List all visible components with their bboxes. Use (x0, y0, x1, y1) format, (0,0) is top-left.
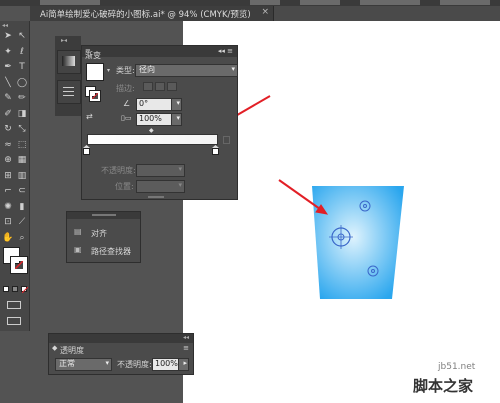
panel-item-align[interactable]: ▤ 对齐 (71, 225, 141, 239)
opacity-dropdown[interactable]: ▸ (178, 358, 189, 371)
align-label: 对齐 (91, 229, 107, 238)
selection-tool-icon[interactable]: ➤ (2, 30, 14, 42)
gradient-type-value: 径向 (139, 65, 155, 74)
watermark-name: 脚本之家 (413, 377, 474, 395)
stroke-mini-swatch[interactable] (90, 91, 100, 101)
stroke-swatch[interactable] (11, 257, 27, 273)
eyedropper-tool-icon[interactable]: ⌐ (2, 185, 14, 197)
free-transform-tool-icon[interactable]: ⬚ (16, 139, 28, 151)
chevron-down-icon: ▾ (176, 114, 180, 122)
color-mode-icon[interactable] (3, 286, 9, 292)
gradient-panel: ≡ 渐变 ◂◂ ≡ ▾ 类型: 径向 ▾ 描边: ∠ 0° ▾ ⇄ ▯▭ 100%… (81, 45, 238, 200)
line-tool-icon[interactable]: ╲ (2, 77, 14, 89)
panel-item-pathfinder[interactable]: ▣ 路径查找器 (71, 243, 141, 257)
blend-mode-select[interactable]: 正常 ▾ (55, 358, 112, 371)
chevron-down-icon: ▾ (231, 65, 235, 73)
stroke-option-icon[interactable] (167, 82, 177, 91)
zoom-tool-icon[interactable]: ⌕ (16, 232, 28, 244)
artboard-tool-icon[interactable]: ⊡ (2, 216, 14, 228)
menu-icon[interactable] (57, 80, 81, 104)
gradient-ramp[interactable] (87, 134, 218, 145)
chevron-down-icon: ▾ (178, 165, 182, 173)
gradient-type-select[interactable]: 径向 ▾ (135, 64, 238, 77)
gradient-tab-label[interactable]: 渐变 (85, 50, 101, 61)
angle-icon: ∠ (123, 99, 131, 108)
transparency-panel: ◂◂ ◆ 透明度 ≡ 正常 ▾ 不透明度: 100% ▸ (48, 333, 194, 375)
scale-tool-icon[interactable]: ⤡ (16, 123, 28, 135)
aspect-ratio-icon: ▯▭ (121, 114, 132, 122)
draw-mode-icon[interactable] (7, 301, 21, 309)
delete-stop-icon[interactable] (223, 136, 230, 144)
stroke-option-icon[interactable] (143, 82, 153, 91)
blend-tool-icon[interactable]: ⊂ (16, 185, 28, 197)
panel-dock (55, 36, 81, 116)
angle-field[interactable]: 0° (136, 98, 174, 111)
lasso-tool-icon[interactable]: ℓ (16, 46, 28, 58)
pathfinder-label: 路径查找器 (91, 247, 131, 256)
slice-tool-icon[interactable]: ⟋ (16, 216, 28, 228)
gradient-thumbnail[interactable] (86, 63, 104, 81)
chevron-down-icon: ▾ (176, 99, 180, 107)
angle-dropdown[interactable]: ▾ (171, 98, 182, 111)
midpoint-diamond-icon[interactable]: ◆ (149, 127, 154, 134)
stop-location-label: 位置: (115, 182, 134, 191)
panel-header[interactable] (82, 46, 237, 57)
panel-toggle-icon[interactable]: ◆ (52, 344, 57, 352)
stop-location-field[interactable]: ▾ (136, 180, 185, 193)
gradient-mode-icon[interactable] (12, 286, 18, 292)
align-icon: ▤ (74, 227, 82, 236)
direct-selection-tool-icon[interactable]: ↖ (16, 30, 28, 42)
none-mode-icon[interactable] (21, 286, 28, 293)
chevron-down-icon: ▾ (178, 181, 182, 189)
rotate-tool-icon[interactable]: ↻ (2, 123, 14, 135)
panel-grip[interactable] (92, 214, 116, 216)
pen-tool-icon[interactable]: ✒ (2, 61, 14, 73)
gradient-dropdown-icon[interactable]: ▾ (107, 67, 110, 74)
chevron-down-icon: ▾ (105, 359, 109, 367)
blob-brush-tool-icon[interactable]: ✐ (2, 108, 14, 120)
mesh-tool-icon[interactable]: ⊞ (2, 170, 14, 182)
perspective-grid-tool-icon[interactable]: ▦ (16, 154, 28, 166)
paintbrush-tool-icon[interactable]: ✎ (2, 92, 14, 104)
collapse-toolbar-icon[interactable]: ◂◂ (2, 22, 8, 29)
screen-mode-icon[interactable] (7, 317, 21, 325)
warp-tool-icon[interactable]: ≈ (2, 139, 14, 151)
shape-builder-tool-icon[interactable]: ⊕ (2, 154, 14, 166)
panel-options-icon[interactable]: ◂◂ ≡ (218, 47, 233, 55)
magic-wand-tool-icon[interactable]: ✦ (2, 46, 14, 58)
type-tool-icon[interactable]: T (16, 61, 28, 73)
type-label: 类型: (116, 66, 135, 75)
align-pathfinder-panel: ▤ 对齐 ▣ 路径查找器 (66, 211, 141, 263)
stroke-option-icon[interactable] (155, 82, 165, 91)
gradient-stop-right[interactable] (212, 145, 219, 155)
reverse-gradient-icon[interactable]: ⇄ (86, 112, 93, 121)
transparency-tab-label[interactable]: 透明度 (60, 345, 84, 356)
blend-mode-value: 正常 (59, 359, 75, 368)
dock-collapse-icon[interactable]: ▸◂ (61, 37, 67, 44)
stop-opacity-label: 不透明度: (101, 166, 136, 175)
chevron-down-icon: ▸ (183, 359, 187, 367)
aspect-ratio-field[interactable]: 100% (136, 113, 174, 126)
gradient-stop-left[interactable] (83, 145, 90, 155)
stroke-label: 描边: (116, 84, 135, 93)
opacity-label: 不透明度: (117, 360, 152, 369)
pathfinder-icon: ▣ (74, 245, 82, 254)
aspect-dropdown[interactable]: ▾ (171, 113, 182, 126)
ellipse-tool-icon[interactable]: ◯ (16, 77, 28, 89)
panel-resize-handle[interactable] (148, 196, 164, 198)
hand-tool-icon[interactable]: ✋ (2, 232, 14, 244)
gradient-tool-icon[interactable]: ▥ (16, 170, 28, 182)
panel-collapse-icon[interactable]: ◂◂ (183, 334, 189, 341)
stop-opacity-field[interactable]: ▾ (136, 164, 185, 177)
cup-shape[interactable] (312, 186, 404, 299)
pencil-tool-icon[interactable]: ✏ (16, 92, 28, 104)
gradient-panel-icon[interactable] (57, 50, 81, 74)
watermark-site: jb51.net (438, 362, 476, 372)
eraser-tool-icon[interactable]: ◨ (16, 108, 28, 120)
symbol-sprayer-tool-icon[interactable]: ✺ (2, 201, 14, 213)
panel-menu-icon[interactable]: ≡ (183, 344, 189, 352)
column-graph-tool-icon[interactable]: ▮ (16, 201, 28, 213)
panel-header[interactable] (49, 334, 193, 343)
